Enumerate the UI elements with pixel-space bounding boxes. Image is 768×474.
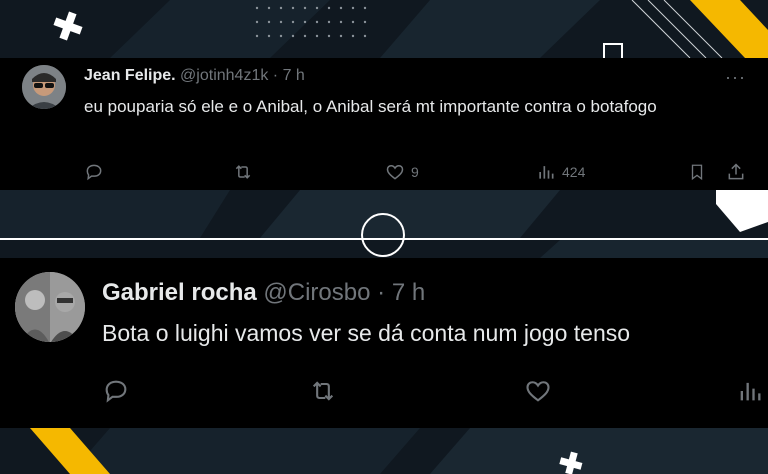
reply-icon	[105, 380, 127, 403]
retweet-button[interactable]	[308, 377, 338, 405]
avatar[interactable]	[22, 65, 66, 109]
retweet-icon	[235, 165, 251, 179]
avatar-image	[22, 65, 66, 109]
views-button[interactable]: 424	[536, 162, 585, 182]
retweet-button[interactable]	[232, 162, 254, 182]
like-icon	[526, 381, 550, 402]
tweet-card[interactable]: Jean Felipe. @jotinh4z1k · 7 h ··· eu po…	[0, 58, 768, 190]
display-name[interactable]: Jean Felipe.	[84, 67, 176, 84]
user-handle[interactable]: @Cirosbo	[263, 279, 370, 306]
yellow-stripe	[690, 0, 768, 58]
more-options-icon[interactable]: ···	[725, 67, 746, 88]
bg-panel	[540, 240, 768, 258]
bg-panel	[430, 428, 768, 474]
share-icon	[728, 163, 744, 180]
bg-panel	[110, 0, 330, 58]
view-count: 424	[562, 164, 586, 180]
bg-panel	[260, 190, 560, 238]
tweet-text: Bota o luighi vamos ver se dá conta num …	[102, 320, 631, 346]
bg-panel	[70, 428, 420, 474]
tweet-card[interactable]: Gabriel rocha @Cirosbo · 7 h Bota o luig…	[0, 258, 768, 428]
field-center-circle	[361, 213, 405, 257]
like-count: 9	[411, 164, 419, 180]
views-icon	[539, 166, 554, 179]
separator-dot: ·	[272, 67, 279, 84]
bookmark-icon	[691, 164, 703, 181]
bg-white-shape	[716, 190, 768, 232]
plus-mark	[53, 11, 83, 41]
bookmark-button[interactable]	[688, 162, 706, 182]
views-icon	[740, 382, 761, 401]
views-button[interactable]	[736, 377, 764, 405]
like-icon	[386, 164, 404, 180]
timestamp[interactable]: 7 h	[283, 67, 305, 84]
avatar[interactable]	[15, 272, 85, 342]
tweet-actions: 9 424	[0, 158, 768, 186]
reply-button[interactable]	[102, 377, 130, 405]
tweet-header: Gabriel rocha @Cirosbo · 7 h	[102, 279, 425, 307]
bg-panel	[380, 0, 600, 58]
display-name[interactable]: Gabriel rocha	[102, 279, 257, 306]
avatar-image	[15, 272, 85, 342]
tweet-actions	[0, 371, 768, 411]
reply-icon	[86, 164, 102, 181]
share-button[interactable]	[726, 162, 746, 182]
tweet-header: Jean Felipe. @jotinh4z1k · 7 h	[84, 67, 305, 85]
tweet-text: eu pouparia só ele e o Anibal, o Anibal …	[84, 97, 657, 116]
like-button[interactable]: 9	[385, 162, 419, 182]
reply-button[interactable]	[84, 162, 104, 182]
retweet-icon	[312, 381, 334, 401]
user-handle[interactable]: @jotinh4z1k	[180, 67, 268, 84]
bg-panel	[0, 190, 230, 238]
separator-dot: ·	[377, 279, 386, 306]
timestamp[interactable]: 7 h	[392, 279, 425, 306]
like-button[interactable]	[524, 377, 552, 405]
